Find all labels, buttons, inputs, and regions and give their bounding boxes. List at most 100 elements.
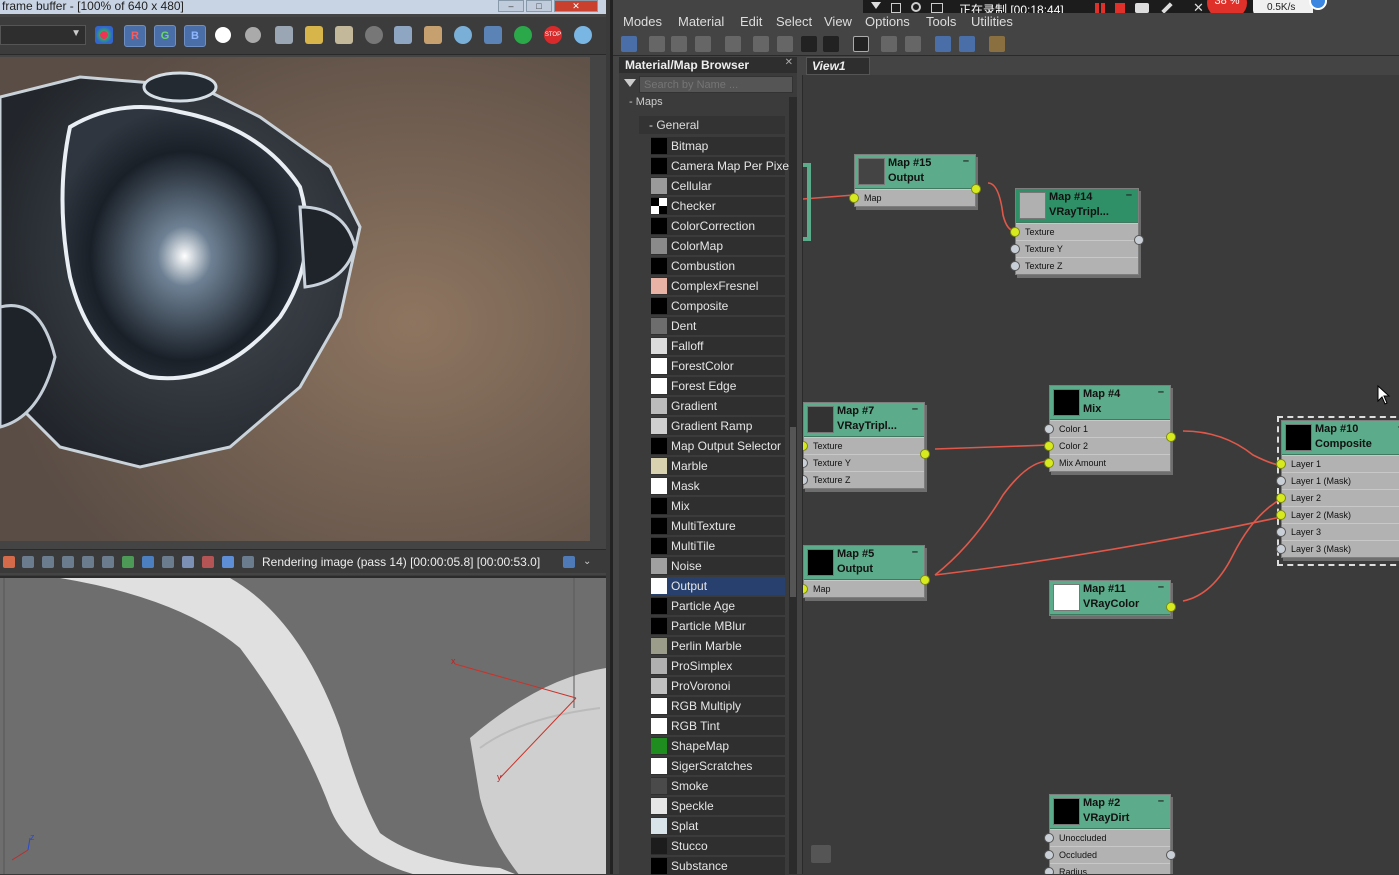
menu-view[interactable]: View [824, 14, 852, 29]
show-background-icon[interactable] [823, 36, 839, 52]
input-socket[interactable] [803, 584, 808, 594]
layout-all-icon[interactable] [881, 36, 897, 52]
browser-search-input[interactable] [639, 76, 793, 93]
output-socket[interactable] [1166, 602, 1176, 612]
browser-scrollbar[interactable] [789, 97, 797, 874]
minimize-button[interactable]: – [498, 0, 524, 12]
input-socket[interactable] [1044, 458, 1054, 468]
input-socket[interactable] [1010, 261, 1020, 271]
node-slot[interactable]: Texture Y [1010, 240, 1138, 257]
output-socket[interactable] [1166, 432, 1176, 442]
input-socket[interactable] [1276, 493, 1286, 503]
output-socket[interactable] [920, 575, 930, 585]
hide-unused-icon[interactable] [777, 36, 793, 52]
browser-options-icon[interactable] [624, 79, 636, 87]
input-socket[interactable] [1276, 544, 1286, 554]
menu-modes[interactable]: Modes [623, 14, 662, 29]
render-icon[interactable] [574, 26, 592, 44]
h-icon[interactable] [182, 556, 194, 568]
stop-icon[interactable]: STOP [544, 26, 562, 44]
menu-utilities[interactable]: Utilities [971, 14, 1013, 29]
map-item-complexfresnel[interactable]: ComplexFresnel [651, 277, 785, 295]
map-item-falloff[interactable]: Falloff [651, 337, 785, 355]
select-tool-icon[interactable] [621, 36, 637, 52]
map-item-colorcorrection[interactable]: ColorCorrection [651, 217, 785, 235]
input-socket[interactable] [849, 193, 859, 203]
node-slot[interactable]: Map [803, 580, 924, 597]
node-map-15[interactable]: Map #15 Output – Map [849, 154, 981, 207]
output-socket[interactable] [920, 449, 930, 459]
map-item-rgb-multiply[interactable]: RGB Multiply [651, 697, 785, 715]
node-slot[interactable]: Unoccluded [1044, 829, 1170, 846]
map-item-smoke[interactable]: Smoke [651, 777, 785, 795]
window-icon[interactable] [563, 556, 575, 568]
node-minimize-button[interactable]: – [1126, 189, 1132, 201]
output-socket[interactable] [971, 184, 981, 194]
node-slot[interactable]: Texture Z [803, 471, 924, 488]
node-header[interactable]: Map #2 VRayDirt – [1050, 795, 1170, 829]
node-slot[interactable]: Occluded [1044, 846, 1170, 863]
node-view[interactable]: Map #15 Output – Map Map #14 VRayTripl... – Tex… [802, 75, 1399, 874]
put-to-scene-icon[interactable] [671, 36, 687, 52]
map-item-gradient[interactable]: Gradient [651, 397, 785, 415]
node-header[interactable]: Map #15 Output – [855, 155, 975, 189]
lut-icon[interactable] [484, 26, 502, 44]
track-mouse-icon[interactable] [424, 26, 442, 44]
channel-dropdown[interactable]: ▼ [0, 25, 86, 45]
menu-edit[interactable]: Edit [740, 14, 762, 29]
map-item-mask[interactable]: Mask [651, 477, 785, 495]
output-socket[interactable] [1134, 235, 1144, 245]
node-slot[interactable]: Layer 2 [1276, 489, 1399, 506]
node-map-5[interactable]: Map #5 Output – Map [803, 545, 930, 598]
refresh-icon[interactable] [514, 26, 532, 44]
viewport-3d[interactable]: x y z [0, 576, 606, 874]
node-slot[interactable]: Map [849, 189, 975, 206]
map-item-map-output-selector[interactable]: Map Output Selector [651, 437, 785, 455]
node-slot[interactable]: Texture Z [1010, 257, 1138, 274]
node-minimize-button[interactable]: – [912, 546, 918, 558]
map-item-mix[interactable]: Mix [651, 497, 785, 515]
input-socket[interactable] [1044, 833, 1054, 843]
node-header[interactable]: Map #5 Output – [804, 546, 924, 580]
map-item-provoronoi[interactable]: ProVoronoi [651, 677, 785, 695]
node-minimize-button[interactable]: – [1158, 795, 1164, 807]
stop-record-icon[interactable] [1115, 3, 1125, 13]
save-icon[interactable] [275, 26, 293, 44]
exposure-icon[interactable] [102, 556, 114, 568]
clear-icon[interactable] [365, 26, 383, 44]
node-minimize-button[interactable]: – [1158, 386, 1164, 398]
map-item-multitile[interactable]: MultiTile [651, 537, 785, 555]
input-socket[interactable] [803, 458, 808, 468]
teapot-icon[interactable] [454, 26, 472, 44]
node-minimize-button[interactable]: – [1158, 581, 1164, 593]
map-item-particle-mblur[interactable]: Particle MBlur [651, 617, 785, 635]
parameter-editor-icon[interactable] [959, 36, 975, 52]
compare-icon[interactable] [202, 556, 214, 568]
delete-icon[interactable] [725, 36, 741, 52]
tree-maps-group[interactable]: - Maps [629, 96, 663, 108]
histogram-icon[interactable] [62, 556, 74, 568]
map-item-splat[interactable]: Splat [651, 817, 785, 835]
clone-icon[interactable] [335, 26, 353, 44]
node-header[interactable]: Map #4 Mix – [1050, 386, 1170, 420]
red-channel-toggle[interactable]: R [124, 25, 146, 47]
node-minimize-button[interactable]: – [963, 155, 969, 167]
alpha-channel-icon[interactable] [215, 27, 231, 43]
close-icon[interactable]: ✕ [785, 57, 793, 68]
map-item-forest-edge[interactable]: Forest Edge [651, 377, 785, 395]
mono-icon[interactable] [245, 27, 261, 43]
map-item-perlin-marble[interactable]: Perlin Marble [651, 637, 785, 655]
map-item-gradient-ramp[interactable]: Gradient Ramp [651, 417, 785, 435]
node-map-14[interactable]: Map #14 VRayTripl... – Texture Texture Y Text… [1010, 188, 1144, 275]
region-icon[interactable] [394, 26, 412, 44]
map-item-bitmap[interactable]: Bitmap [651, 137, 785, 155]
map-item-cellular[interactable]: Cellular [651, 177, 785, 195]
tree-general-group[interactable]: - General [639, 116, 785, 134]
node-slot[interactable]: Texture [1010, 223, 1138, 240]
input-socket[interactable] [1010, 244, 1020, 254]
show-map-icon[interactable] [801, 36, 817, 52]
window-icon[interactable] [891, 3, 901, 13]
map-item-stucco[interactable]: Stucco [651, 837, 785, 855]
map-item-checker[interactable]: Checker [651, 197, 785, 215]
scrollbar-thumb[interactable] [790, 427, 796, 597]
